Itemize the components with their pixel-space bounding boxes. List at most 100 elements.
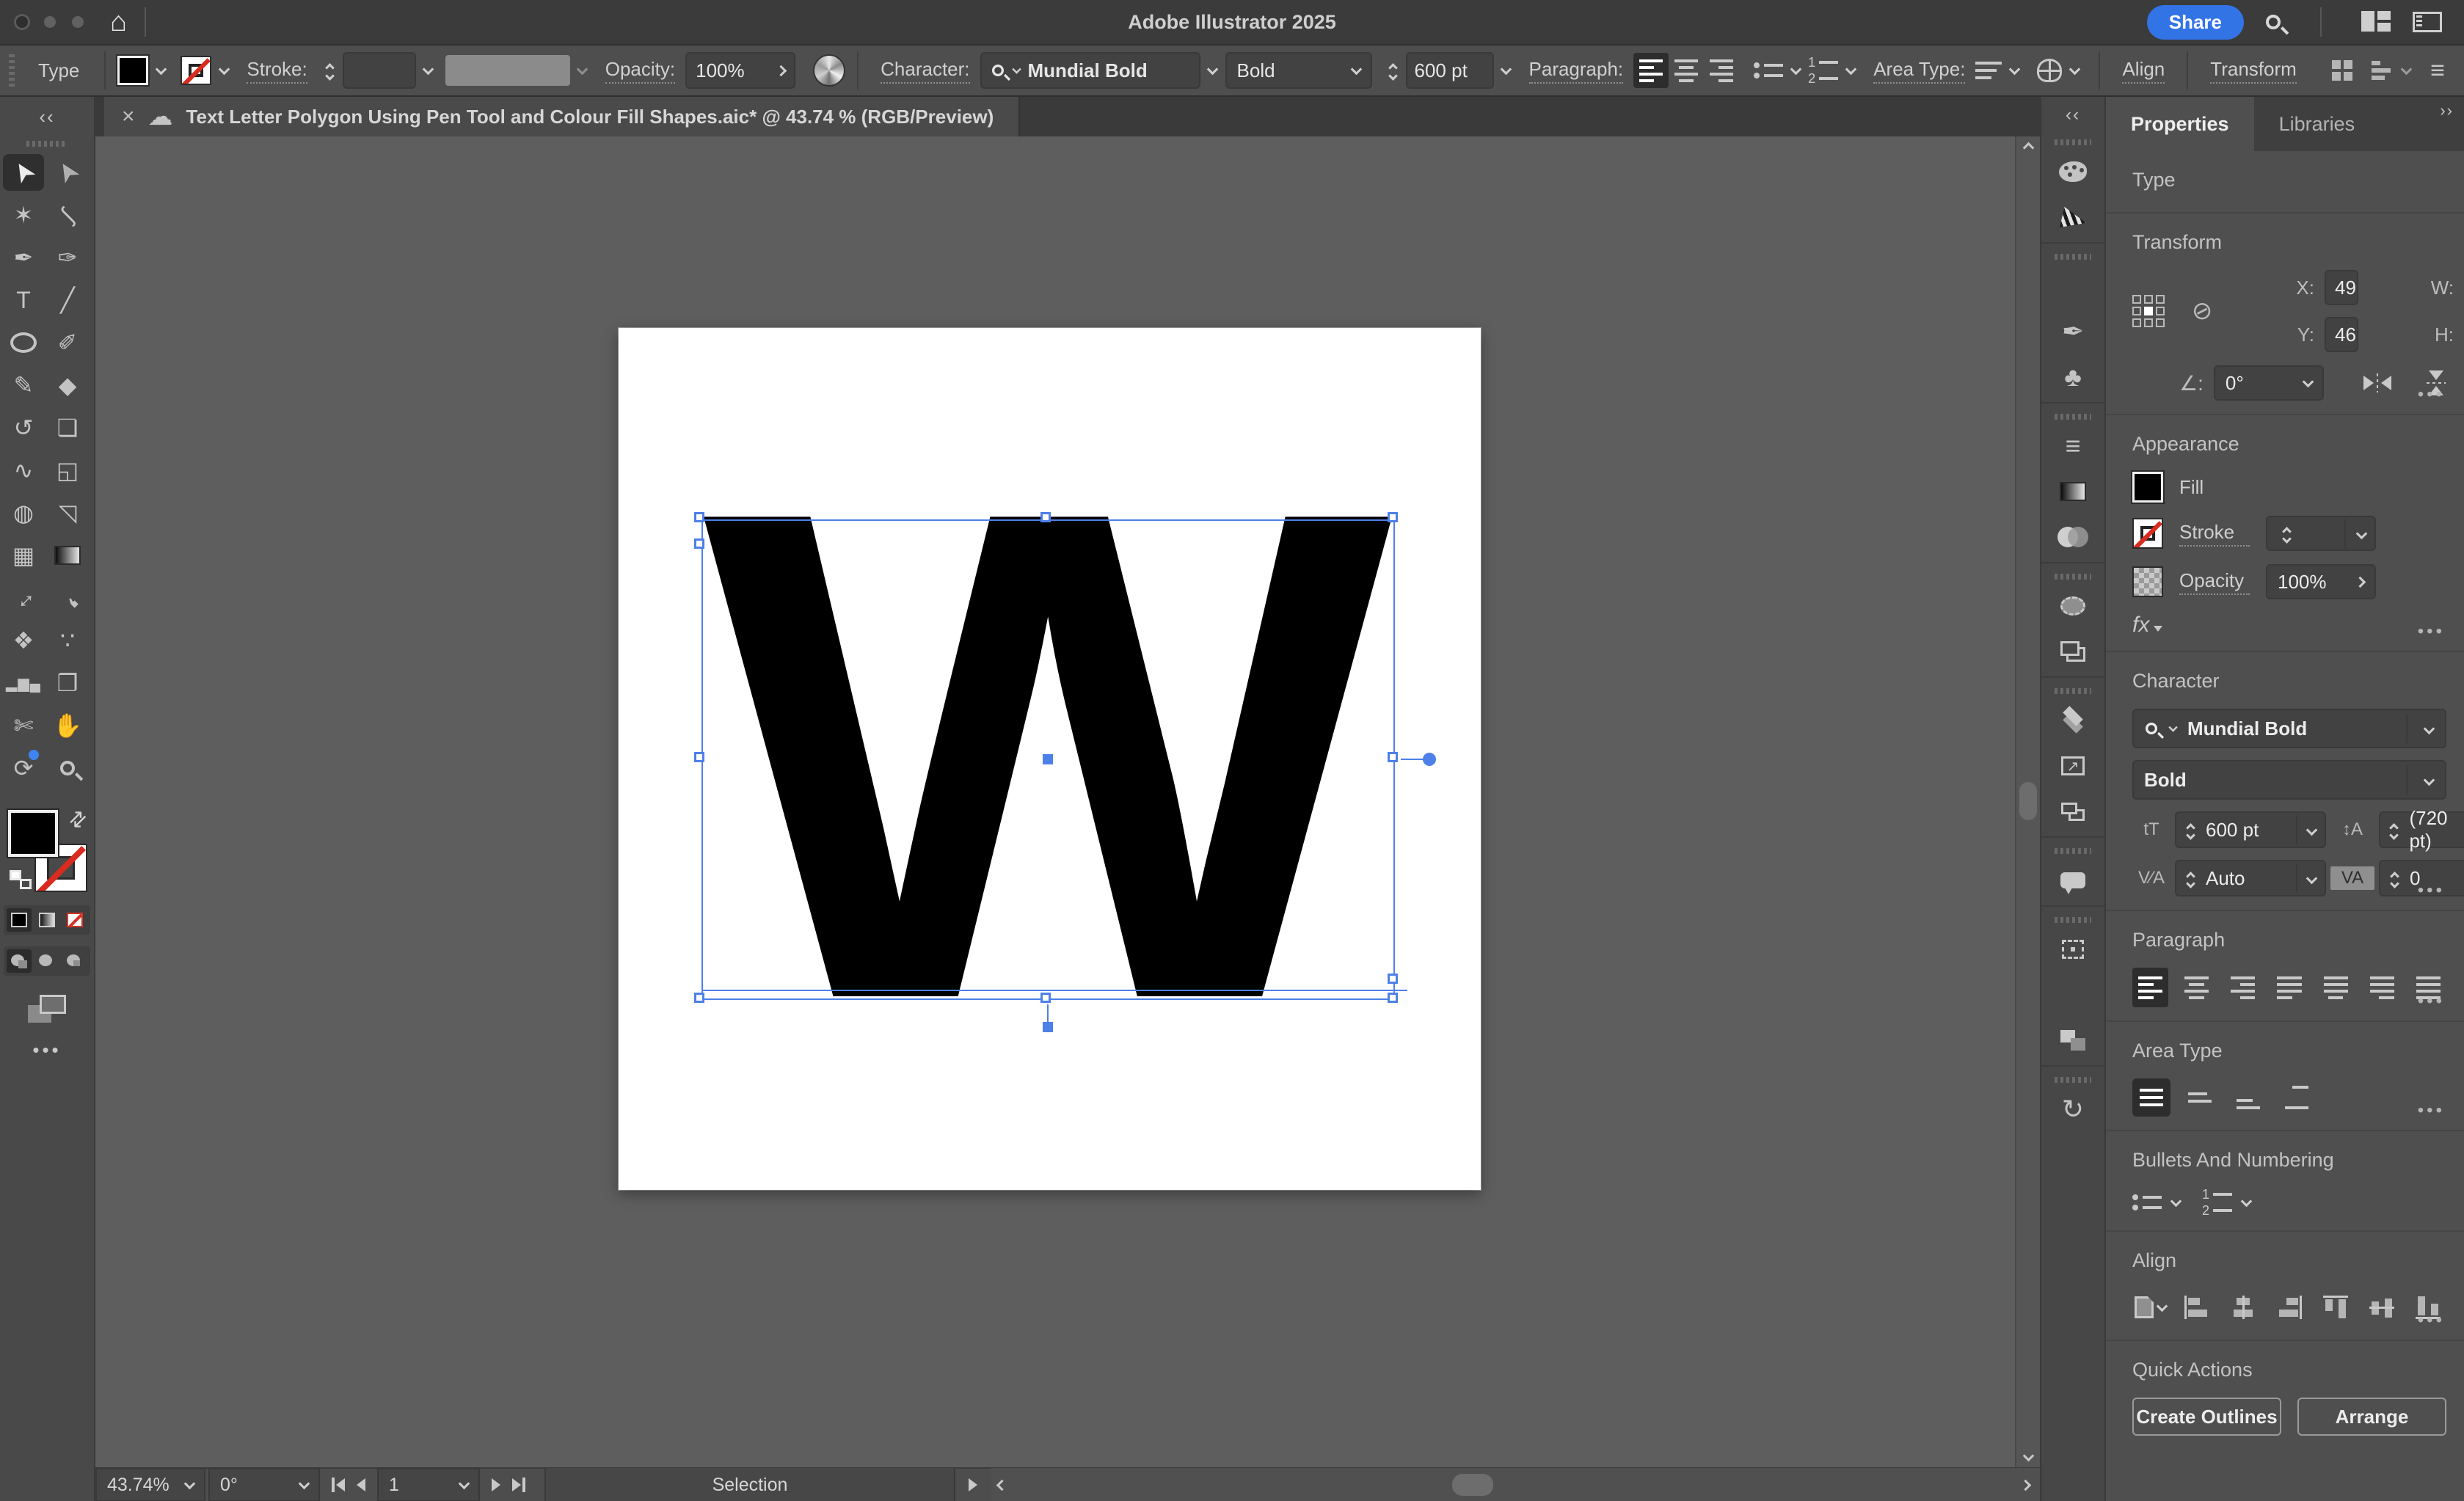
fill-color-dropdown[interactable] — [148, 54, 173, 87]
paintbrush-tool[interactable]: ✐ — [47, 324, 88, 361]
stroke-width-dropdown[interactable] — [416, 54, 441, 87]
gradient-button[interactable] — [34, 908, 59, 932]
dock-grip[interactable] — [2055, 139, 2091, 145]
rotation-angle-select[interactable]: 0° — [2213, 365, 2324, 401]
stroke-panel[interactable]: ≡ — [2051, 426, 2095, 467]
handle-middle-left[interactable] — [694, 752, 704, 762]
eyedropper-tool[interactable]: ❜ — [47, 580, 88, 616]
draw-inside-button[interactable] — [62, 949, 87, 973]
draw-behind-button[interactable] — [34, 949, 59, 973]
area-type-fixed-button[interactable] — [2181, 1078, 2219, 1117]
align-horizontal-left-button[interactable] — [2179, 1288, 2215, 1326]
pen-tool[interactable]: ✒ — [3, 239, 44, 276]
handle-left-upper[interactable] — [694, 538, 704, 549]
handle-bottom-left[interactable] — [694, 993, 704, 1003]
character-leading-field[interactable]: (720 pt) — [2379, 807, 2464, 852]
arrange-button[interactable]: Arrange — [2297, 1398, 2446, 1436]
swatches-panel[interactable] — [2051, 266, 2095, 307]
toolbar-grip[interactable] — [26, 141, 68, 147]
color-button[interactable] — [7, 908, 32, 932]
fill-swatch[interactable] — [7, 808, 59, 858]
gradient-tool[interactable] — [47, 537, 88, 574]
align-objects-icon[interactable] — [2332, 60, 2353, 81]
rotation-select[interactable]: 0° — [208, 1468, 320, 1501]
paragraph-more-options-icon[interactable]: ••• — [2418, 991, 2445, 1012]
align-link[interactable]: Align — [2122, 58, 2165, 84]
column-graph-tool[interactable]: ▂▆▄ — [3, 665, 44, 701]
dock-collapse-icon[interactable]: ‹‹ — [2066, 97, 2080, 134]
character-style-select[interactable]: Bold — [2132, 760, 2446, 800]
paragraph-align-left-button[interactable] — [2132, 968, 2169, 1007]
y-field[interactable]: 466.545 p — [2325, 317, 2358, 352]
fx-button[interactable]: fx — [2132, 613, 2446, 638]
vertical-scrollbar[interactable] — [2015, 136, 2040, 1467]
last-artboard-icon[interactable] — [512, 1478, 525, 1492]
controlbar-grip[interactable] — [9, 54, 15, 87]
rotate-handle-dot[interactable] — [1423, 753, 1436, 766]
scroll-right-icon[interactable] — [2019, 1479, 2032, 1491]
stroke-width-field[interactable] — [342, 52, 416, 89]
pathfinder-panel[interactable] — [2051, 1020, 2095, 1061]
scale-tool[interactable]: ❏ — [47, 409, 88, 446]
area-type-options-icon[interactable] — [1975, 62, 2002, 79]
distribute-dropdown[interactable] — [2394, 54, 2419, 87]
change-screen-mode-icon[interactable] — [28, 995, 66, 1023]
workspace-switcher-icon[interactable] — [2361, 11, 2391, 33]
align-horizontal-right-button[interactable] — [2271, 1288, 2307, 1326]
opacity-field[interactable]: 100% — [685, 52, 796, 89]
font-size-stepper[interactable] — [1381, 54, 1406, 87]
comments-panel[interactable] — [2051, 860, 2095, 901]
status-display[interactable]: Selection — [544, 1468, 955, 1501]
character-kerning-field[interactable]: Auto — [2175, 860, 2326, 896]
pencil-tool[interactable]: ✎ — [3, 367, 44, 403]
horizontal-scrollbar-thumb[interactable] — [1452, 1474, 1494, 1496]
blend-tool[interactable]: ❖ — [3, 622, 44, 659]
scroll-down-icon[interactable] — [2022, 1450, 2034, 1462]
center-anchor-point[interactable] — [1043, 754, 1053, 764]
numbering-list-icon[interactable]: 12 — [2202, 1188, 2232, 1217]
artboard-number-select[interactable]: 1 — [377, 1468, 480, 1501]
align-right-button[interactable] — [1704, 53, 1739, 88]
none-button[interactable] — [62, 908, 87, 932]
align-center-button[interactable] — [1669, 53, 1704, 88]
stroke-label[interactable]: Stroke: — [247, 58, 307, 84]
width-profile-preview[interactable] — [445, 55, 570, 86]
area-type-label[interactable]: Area Type: — [1873, 58, 1966, 84]
width-tool[interactable]: ∿ — [3, 452, 44, 489]
appearance-opacity-swatch[interactable] — [2132, 566, 2163, 597]
gradient-panel[interactable] — [2051, 471, 2095, 512]
area-type-auto-size-button[interactable] — [2132, 1078, 2170, 1117]
reference-point-selector[interactable] — [2132, 295, 2165, 327]
bulleted-list-icon[interactable] — [1754, 62, 1783, 78]
appearance-stroke-label[interactable]: Stroke — [2179, 521, 2250, 547]
color-panel[interactable] — [2051, 151, 2095, 192]
export-panel[interactable]: ↗ — [2051, 745, 2095, 786]
eraser-tool[interactable]: ◆ — [47, 367, 88, 403]
character-more-options-icon[interactable]: ••• — [2418, 880, 2445, 901]
swap-fill-stroke-icon[interactable]: ⇄ — [62, 805, 92, 834]
tab-properties[interactable]: Properties — [2106, 97, 2254, 151]
transform-panel[interactable] — [2051, 929, 2095, 970]
handle-top-left[interactable] — [694, 512, 704, 522]
line-segment-tool[interactable]: ╱ — [47, 282, 88, 318]
curvature-tool[interactable]: ✑ — [47, 239, 88, 276]
rotate-tool[interactable]: ↺ — [3, 409, 44, 446]
minimize-window-button[interactable] — [44, 16, 56, 28]
handle-bottom-center[interactable] — [1040, 993, 1051, 1003]
align-left-button[interactable] — [1633, 53, 1669, 88]
lasso-tool[interactable]: ʃ — [47, 197, 88, 233]
distribute-objects-icon[interactable] — [2372, 61, 2394, 80]
paragraph-justify-right-button[interactable] — [2364, 968, 2400, 1007]
slice-tool[interactable]: ✄ — [3, 707, 44, 744]
font-size-dropdown[interactable] — [1494, 54, 1519, 87]
recolor-artwork-icon[interactable] — [813, 54, 846, 87]
scroll-left-icon[interactable] — [996, 1479, 1008, 1491]
mesh-tool[interactable]: ▦ — [3, 537, 44, 574]
bulleted-list-dropdown[interactable] — [1783, 54, 1808, 87]
selection-tool[interactable]: ➤ — [3, 154, 44, 191]
align-vertical-center-button[interactable] — [2364, 1288, 2400, 1326]
area-type-dropdown[interactable] — [2002, 54, 2027, 87]
edit-toolbar-icon[interactable]: ••• — [32, 1039, 61, 1062]
align-to-selection-icon[interactable] — [2132, 1288, 2168, 1326]
magic-wand-tool[interactable]: ✶ — [3, 197, 44, 233]
